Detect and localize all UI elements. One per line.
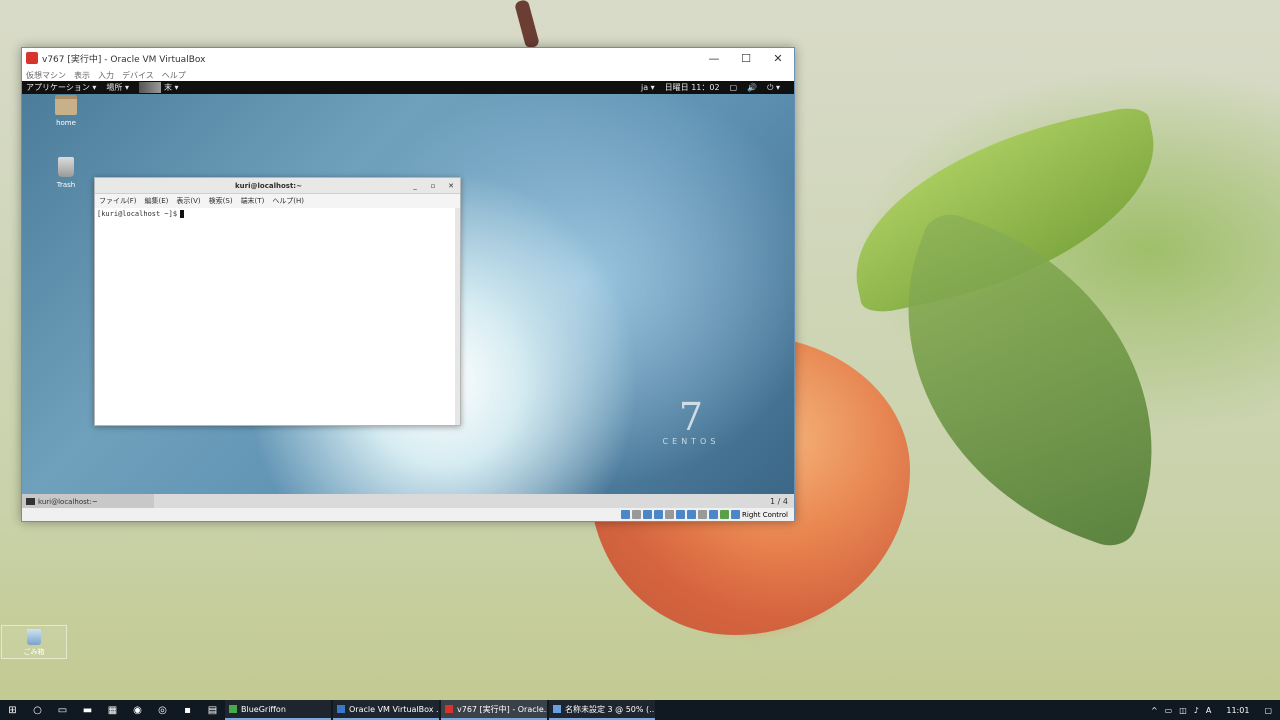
host-key-icon	[731, 510, 741, 519]
terminal-minimize-button[interactable]: _	[406, 182, 424, 190]
terminal-maximize-button[interactable]: ▫	[424, 182, 442, 190]
trash-icon	[58, 157, 74, 177]
terminal-icon[interactable]: ▪	[175, 700, 200, 720]
virtualbox-statusbar: Right Control	[22, 508, 794, 521]
terminal-scrollbar[interactable]	[455, 208, 460, 425]
terminal-titlebar[interactable]: kuri@localhost:~ _ ▫ ✕	[95, 178, 460, 194]
wallpaper-stem	[514, 0, 540, 49]
recording-icon[interactable]	[698, 510, 708, 519]
chrome-icon[interactable]: ◉	[125, 700, 150, 720]
virtualbox-titlebar[interactable]: v767 [実行中] - Oracle VM VirtualBox — ☐ ✕	[22, 48, 794, 68]
virtualbox-menubar: 仮想マシン 表示 入力 デバイス ヘルプ	[22, 68, 794, 82]
centos-logo: 7 CENTOS	[662, 395, 720, 446]
audio-icon[interactable]	[643, 510, 653, 519]
maximize-button[interactable]: ☐	[730, 48, 762, 68]
display-status-icon[interactable]	[687, 510, 697, 519]
notification-icon[interactable]: ▢	[1264, 706, 1272, 715]
virtualbox-icon	[26, 52, 38, 64]
terminal-window[interactable]: kuri@localhost:~ _ ▫ ✕ ファイル(F) 編集(E) 表示(…	[94, 177, 461, 426]
recycle-bin-shortcut[interactable]: ごみ箱	[1, 625, 67, 659]
taskbar-app-v767[interactable]: v767 [実行中] - Oracle...	[441, 700, 547, 720]
workspace-indicator[interactable]: 1 / 4	[770, 497, 794, 506]
search-icon[interactable]: ○	[25, 700, 50, 720]
usb-icon[interactable]	[665, 510, 675, 519]
recycle-bin-icon	[27, 629, 41, 645]
shell-prompt: [kuri@localhost ~]$	[97, 210, 178, 218]
browser-icon[interactable]: ◎	[150, 700, 175, 720]
terminal-app-icon	[138, 82, 161, 93]
guest-screen[interactable]: アプリケーション ▾ 場所 ▾ 末 ▾ ja ▾ 日曜日 11：02 ▢ 🔊 ⏻…	[22, 81, 794, 509]
window-list-item[interactable]: kuri@localhost:~	[22, 494, 154, 509]
places-menu[interactable]: 場所 ▾	[106, 82, 129, 93]
bluegriffon-icon	[229, 705, 237, 713]
file-explorer-icon[interactable]: ▬	[75, 700, 100, 720]
volume-icon[interactable]: ♪	[1194, 706, 1199, 715]
window-title: v767 [実行中] - Oracle VM VirtualBox	[42, 54, 206, 65]
menu-help[interactable]: ヘルプ	[162, 70, 186, 81]
terminal-menu-search[interactable]: 検索(S)	[209, 196, 233, 206]
power-icon[interactable]: ⏻ ▾	[767, 83, 780, 93]
windows-start-icon[interactable]: ⊞	[0, 700, 25, 720]
terminal-close-button[interactable]: ✕	[442, 182, 460, 190]
applications-menu[interactable]: アプリケーション ▾	[26, 82, 96, 93]
gnome-bottom-bar: kuri@localhost:~ 1 / 4	[22, 494, 794, 509]
host-key-label: Right Control	[742, 510, 788, 519]
gnome-clock[interactable]: 日曜日 11：02	[665, 82, 720, 93]
optical-drive-icon[interactable]	[632, 510, 642, 519]
menu-input[interactable]: 入力	[98, 70, 114, 81]
terminal-menu-view[interactable]: 表示(V)	[176, 196, 200, 206]
taskbar-app-virtualbox-manager[interactable]: Oracle VM VirtualBox ...	[333, 700, 439, 720]
app-icon[interactable]: ▦	[100, 700, 125, 720]
vm-icon	[445, 705, 453, 713]
gnome-top-bar: アプリケーション ▾ 場所 ▾ 末 ▾ ja ▾ 日曜日 11：02 ▢ 🔊 ⏻…	[22, 81, 794, 94]
desktop-trash-icon[interactable]: Trash	[46, 157, 86, 189]
terminal-title: kuri@localhost:~	[235, 181, 302, 190]
terminal-menu-terminal[interactable]: 端末(T)	[241, 196, 265, 206]
cpu-icon[interactable]	[709, 510, 719, 519]
input-method-indicator[interactable]: A	[1206, 706, 1211, 715]
text-cursor	[180, 210, 185, 218]
menu-view[interactable]: 表示	[74, 70, 90, 81]
shared-folder-icon[interactable]	[676, 510, 686, 519]
terminal-output[interactable]: [kuri@localhost ~]$	[95, 208, 460, 425]
folder-home-icon	[55, 95, 77, 115]
terminal-app-menu[interactable]: 末 ▾	[138, 82, 179, 93]
minimize-button[interactable]: —	[698, 48, 730, 68]
windows-taskbar: ⊞ ○ ▭ ▬ ▦ ◉ ◎ ▪ ▤ BlueGriffon Oracle VM …	[0, 700, 1280, 720]
terminal-menu-file[interactable]: ファイル(F)	[99, 196, 137, 206]
taskbar-app-image-editor[interactable]: 名称未設定 3 @ 50% (...	[549, 700, 655, 720]
image-editor-icon	[553, 705, 561, 713]
taskbar-clock[interactable]: 11:01	[1226, 706, 1249, 715]
network-icon[interactable]: ◫	[1179, 706, 1187, 715]
chevron-up-icon[interactable]: ^	[1151, 706, 1158, 715]
virtualbox-window: v767 [実行中] - Oracle VM VirtualBox — ☐ ✕ …	[21, 47, 795, 522]
volume-icon[interactable]: 🔊	[747, 83, 757, 92]
terminal-icon	[26, 498, 35, 505]
desktop-home-icon[interactable]: home	[46, 95, 86, 127]
editor-icon[interactable]: ▤	[200, 700, 225, 720]
display-icon[interactable]: ▢	[730, 83, 738, 92]
task-view-icon[interactable]: ▭	[50, 700, 75, 720]
close-button[interactable]: ✕	[762, 48, 794, 68]
menu-devices[interactable]: デバイス	[122, 70, 154, 81]
taskbar-app-bluegriffon[interactable]: BlueGriffon	[225, 700, 331, 720]
system-tray: ^ ▭ ◫ ♪ A 11:01 ▢	[1151, 706, 1280, 715]
terminal-menu-help[interactable]: ヘルプ(H)	[272, 196, 304, 206]
virtualbox-icon	[337, 705, 345, 713]
terminal-menu-edit[interactable]: 編集(E)	[145, 196, 169, 206]
network-icon[interactable]	[654, 510, 664, 519]
battery-icon[interactable]: ▭	[1165, 706, 1173, 715]
language-indicator[interactable]: ja ▾	[641, 83, 655, 92]
terminal-menubar: ファイル(F) 編集(E) 表示(V) 検索(S) 端末(T) ヘルプ(H)	[95, 194, 460, 208]
menu-machine[interactable]: 仮想マシン	[26, 70, 66, 81]
harddisk-icon[interactable]	[621, 510, 631, 519]
mouse-integration-icon[interactable]	[720, 510, 730, 519]
